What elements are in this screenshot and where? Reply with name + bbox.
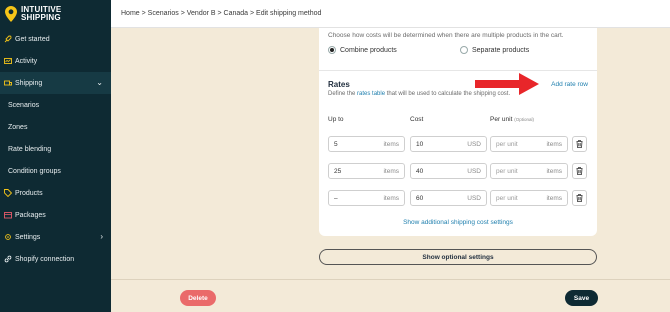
per-unit-input[interactable]: per unit items: [490, 163, 568, 179]
brand-name: INTUITIVE SHIPPING: [21, 5, 62, 22]
cost-value: 10: [416, 140, 424, 148]
sidebar-item-settings[interactable]: Settings ›: [0, 226, 111, 248]
trash-icon: [576, 194, 583, 202]
sidebar: INTUITIVE SHIPPING Get started Activity …: [0, 0, 111, 312]
trash-icon: [576, 140, 583, 148]
sidebar-item-label: Shopify connection: [15, 255, 75, 263]
rates-table-link[interactable]: rates table: [357, 91, 385, 97]
up-to-input[interactable]: – items: [328, 190, 405, 206]
per-unit-input[interactable]: per unit items: [490, 190, 568, 206]
up-to-unit: items: [383, 167, 399, 175]
cost-input[interactable]: 60 USD: [410, 190, 487, 206]
rocket-icon: [4, 35, 12, 43]
rates-title: Rates: [328, 80, 350, 89]
sidebar-item-rate-blending[interactable]: Rate blending: [0, 138, 111, 160]
divider: [111, 279, 670, 280]
sidebar-item-label: Get started: [15, 35, 50, 43]
sidebar-item-label: Activity: [15, 57, 38, 65]
up-to-unit: items: [383, 140, 399, 148]
sidebar-item-get-started[interactable]: Get started: [0, 28, 111, 50]
save-button[interactable]: Save: [565, 290, 598, 306]
up-to-input[interactable]: 25 items: [328, 163, 405, 179]
link-icon: [4, 255, 12, 263]
column-header-up-to: Up to: [328, 116, 344, 123]
column-header-per-unit: Per unit (Optional): [490, 116, 534, 123]
shipping-method-card: Choose how costs will be determined when…: [319, 28, 597, 236]
per-unit-input[interactable]: per unit items: [490, 136, 568, 152]
sidebar-nav: Get started Activity Shipping ⌄ Scenario…: [0, 28, 111, 270]
rate-row: – items 60 USD per unit items: [328, 190, 588, 206]
trash-icon: [576, 167, 583, 175]
up-to-input[interactable]: 5 items: [328, 136, 405, 152]
per-unit-unit: items: [546, 194, 562, 202]
chevron-down-icon: ⌄: [96, 78, 103, 87]
sidebar-item-label: Scenarios: [8, 101, 40, 109]
sidebar-item-condition-groups[interactable]: Condition groups: [0, 160, 111, 182]
delete-row-button[interactable]: [572, 136, 587, 152]
divider: [319, 70, 597, 71]
cost-input[interactable]: 10 USD: [410, 136, 487, 152]
cost-value: 40: [416, 167, 424, 175]
show-optional-settings-button[interactable]: Show optional settings: [319, 249, 597, 265]
sidebar-item-label: Zones: [8, 123, 28, 131]
rates-desc-prefix: Define the: [328, 91, 358, 97]
column-header-cost: Cost: [410, 116, 424, 123]
add-rate-row-link[interactable]: Add rate row: [551, 81, 588, 88]
up-to-value: 25: [334, 167, 342, 175]
breadcrumb[interactable]: Home > Scenarios > Vendor B > Canada > E…: [121, 10, 321, 17]
per-unit-unit: items: [546, 167, 562, 175]
sidebar-item-label: Shipping: [15, 79, 43, 87]
radio-separate-products[interactable]: Separate products: [460, 46, 529, 54]
annotation-arrow-icon: [475, 73, 539, 95]
radio-label: Combine products: [340, 46, 397, 54]
currency-unit: USD: [467, 140, 481, 148]
show-additional-cost-settings-link[interactable]: Show additional shipping cost settings: [319, 219, 597, 226]
sidebar-item-shopify-connection[interactable]: Shopify connection: [0, 248, 111, 270]
rate-row: 25 items 40 USD per unit items: [328, 163, 588, 179]
per-unit-placeholder: per unit: [496, 194, 518, 202]
per-unit-placeholder: per unit: [496, 140, 518, 148]
currency-unit: USD: [467, 194, 481, 202]
chevron-right-icon: ›: [100, 232, 103, 241]
sidebar-item-label: Packages: [15, 211, 46, 219]
sidebar-item-shipping[interactable]: Shipping ⌄: [0, 72, 111, 94]
radio-indicator[interactable]: [460, 46, 468, 54]
sidebar-item-zones[interactable]: Zones: [0, 116, 111, 138]
up-to-value: –: [334, 194, 338, 202]
gear-icon: [4, 233, 12, 241]
rate-row: 5 items 10 USD per unit items: [328, 136, 588, 152]
top-bar: Home > Scenarios > Vendor B > Canada > E…: [111, 0, 670, 28]
delete-row-button[interactable]: [572, 163, 587, 179]
activity-icon: [4, 57, 12, 65]
delete-button[interactable]: Delete: [180, 290, 216, 306]
sidebar-item-products[interactable]: Products: [0, 182, 111, 204]
cost-value: 60: [416, 194, 424, 202]
location-pin-icon: [5, 6, 17, 22]
logo[interactable]: INTUITIVE SHIPPING: [0, 0, 111, 28]
tag-icon: [4, 189, 12, 197]
package-icon: [4, 211, 12, 219]
cost-input[interactable]: 40 USD: [410, 163, 487, 179]
per-unit-placeholder: per unit: [496, 167, 518, 175]
sidebar-item-label: Rate blending: [8, 145, 52, 153]
delete-row-button[interactable]: [572, 190, 587, 206]
per-unit-label: Per unit: [490, 116, 513, 123]
up-to-value: 5: [334, 140, 338, 148]
main-content: Choose how costs will be determined when…: [111, 28, 670, 312]
shipping-icon: [4, 79, 12, 87]
sidebar-item-packages[interactable]: Packages: [0, 204, 111, 226]
radio-indicator[interactable]: [328, 46, 336, 54]
sidebar-item-activity[interactable]: Activity: [0, 50, 111, 72]
sidebar-item-scenarios[interactable]: Scenarios: [0, 94, 111, 116]
currency-unit: USD: [467, 167, 481, 175]
optional-note: (Optional): [514, 117, 534, 122]
up-to-unit: items: [383, 194, 399, 202]
sidebar-item-label: Settings: [15, 233, 41, 241]
radio-combine-products[interactable]: Combine products: [328, 46, 397, 54]
per-unit-unit: items: [546, 140, 562, 148]
sidebar-item-label: Products: [15, 189, 43, 197]
radio-label: Separate products: [472, 46, 530, 54]
cart-mode-hint: Choose how costs will be determined when…: [328, 32, 564, 39]
sidebar-item-label: Condition groups: [8, 167, 61, 175]
